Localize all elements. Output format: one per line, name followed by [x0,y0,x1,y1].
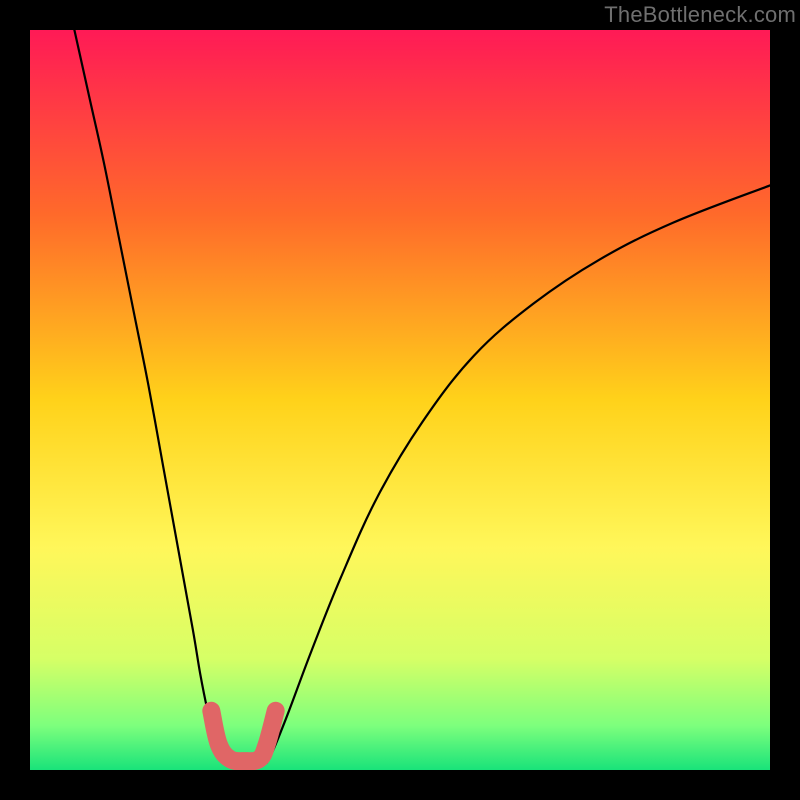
gradient-background [30,30,770,770]
chart-frame: TheBottleneck.com [0,0,800,800]
plot-area [30,30,770,770]
plot-svg [30,30,770,770]
watermark-label: TheBottleneck.com [604,2,796,28]
